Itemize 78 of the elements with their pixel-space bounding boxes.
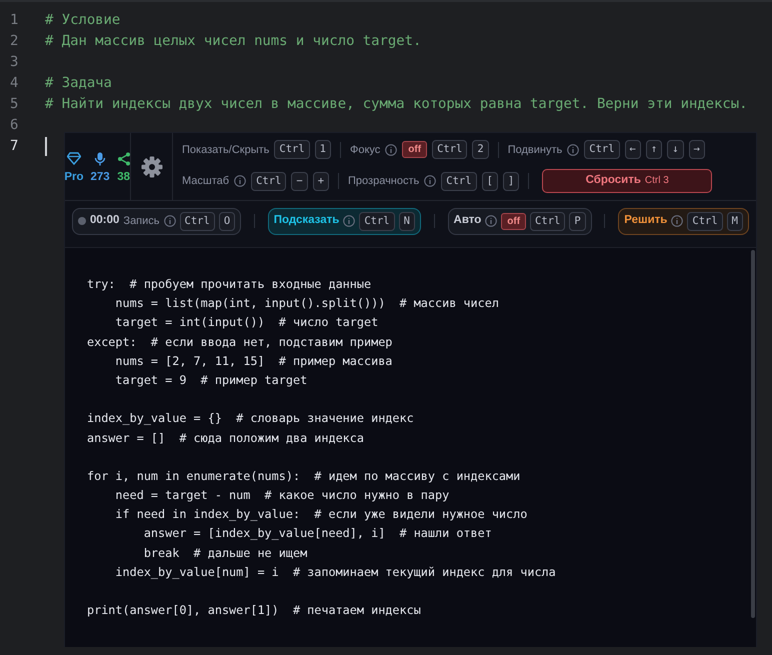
key-cap: Ctrl [687, 212, 723, 230]
key-cap: Ctrl [530, 212, 566, 230]
code-line: answer = [] # сюда положим два индекса [87, 430, 365, 446]
key-cap: N [398, 212, 415, 230]
solve-control[interactable]: Решить Ctrl M [618, 208, 749, 234]
key-cap: M [726, 212, 743, 230]
shortcut-label: Подвинуть [508, 142, 562, 158]
key-cap: Ctrl [584, 140, 620, 160]
code-comment: # Условие [45, 11, 120, 30]
code-comment: # Дан массив целых чисел nums и число target. [45, 32, 422, 52]
microphone-icon [93, 152, 108, 166]
code-line: index_by_value[num] = i # запоминаем текущий индекс для числа [114, 564, 557, 581]
code-comment: # Задача [45, 74, 112, 94]
code-comment: # Найти индексы двух чисел в массиве, сумма которых равна target. Верни эти индексы. [45, 95, 748, 114]
action-label: Авто [454, 213, 482, 228]
hint-control[interactable]: Подсказать Ctrl N [268, 208, 421, 234]
settings-icon[interactable] [140, 156, 162, 178]
code-line: for i, num in enumerate(nums): # идем по массиву с индексами [87, 468, 522, 485]
key-cap: + [312, 172, 330, 190]
record-dot-icon [78, 217, 86, 225]
key-cap: ↑ [646, 140, 662, 160]
shortcut-label: Фокус [350, 142, 380, 158]
info-icon [485, 215, 498, 227]
key-cap: → [688, 140, 705, 160]
code-line: index_by_value = {} # словарь значение индекс [87, 410, 415, 428]
key-cap: Ctrl [180, 212, 215, 230]
code-line: break # дальше не ищем [142, 544, 308, 562]
code-line: try: # пробуем прочитать входные данные [87, 276, 372, 293]
action-label: Подсказать [274, 213, 340, 228]
line-number: 2 [9, 32, 20, 52]
code-line: nums = list(map(int, input().split())) # массив чисел [114, 295, 500, 312]
key-cap: Ctrl [432, 140, 468, 160]
stat-value: 38 [117, 170, 130, 186]
code-line: need = target - num # какое число нужно в пару [114, 487, 450, 504]
toggle-state[interactable]: off [501, 212, 526, 230]
key-cap: ← [624, 140, 641, 160]
code-line: if need in index_by_value: # если уже видели нужное число [114, 506, 528, 524]
key-cap: 1 [314, 140, 331, 160]
share-icon [116, 152, 131, 166]
stat-value: Pro [64, 170, 84, 186]
key-cap: P [569, 212, 586, 230]
code-line: target = 9 # пример target [114, 372, 308, 389]
line-number: 7 [9, 137, 20, 156]
diamond-icon [66, 152, 81, 166]
shortcut-label: Прозрачность [348, 174, 420, 189]
line-number: 5 [9, 95, 20, 114]
key-cap: − [291, 172, 308, 190]
line-number: 3 [9, 53, 20, 72]
auto-control[interactable]: Авто off Ctrl P [448, 208, 592, 234]
key-cap: [ [482, 172, 498, 190]
line-number: 1 [9, 11, 20, 30]
info-icon [671, 215, 684, 227]
code-line: print(answer[0], answer[1]) # печатаем индексы [87, 602, 422, 620]
shortcut-label: Масштаб [182, 174, 230, 189]
code-line: target = int(input()) # число target [114, 314, 380, 332]
action-label: Решить [624, 213, 668, 228]
code-line: nums = [2, 7, 11, 15] # пример массива [114, 352, 394, 370]
code-line: except: # если ввода нет, подставим пример [87, 334, 394, 351]
key-cap: Ctrl [359, 212, 395, 230]
timer: 00:00 [90, 213, 120, 228]
reset-button[interactable]: Сбросить Ctrl 3 [542, 169, 712, 193]
key-cap: Ctrl [441, 172, 477, 190]
key-cap: ] [502, 172, 520, 190]
key-cap: Ctrl [251, 172, 286, 190]
line-number: 6 [9, 116, 20, 136]
code-line: answer = [index_by_value[need], i] # нашли ответ [142, 525, 493, 542]
line-number: 4 [9, 74, 20, 94]
key-cap: 2 [472, 140, 489, 160]
info-icon [343, 215, 356, 227]
stat-value: 273 [90, 170, 110, 186]
info-icon [164, 215, 176, 227]
record-control[interactable]: 00:00 Запись Ctrl O [72, 208, 242, 234]
key-cap: O [218, 212, 236, 230]
toggle-state[interactable]: off [402, 141, 428, 158]
action-label: Запись [123, 214, 160, 229]
key-cap: Ctrl [274, 140, 310, 160]
key-cap: ↓ [667, 140, 684, 160]
shortcut-label: Показать/Скрыть [182, 142, 270, 158]
